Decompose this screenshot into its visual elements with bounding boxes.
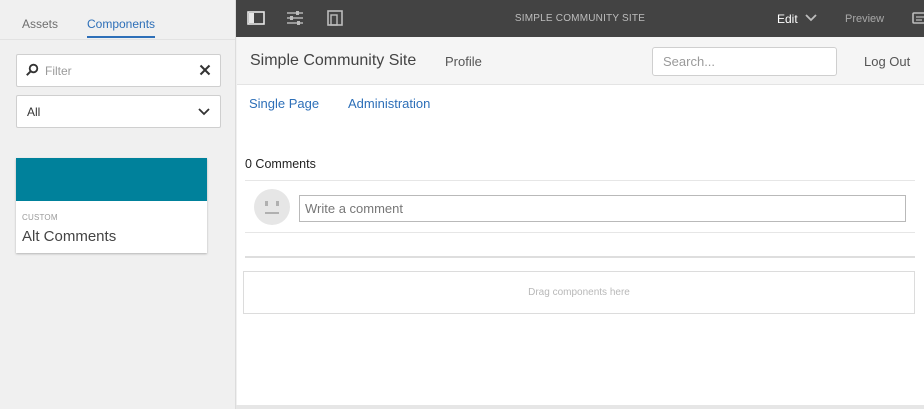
mode-selector-edit[interactable]: Edit [777,12,798,26]
component-name: Alt Comments [22,228,117,245]
site-header: Simple Community Site Profile Log Out [237,37,924,85]
canvas-bottom-edge [236,405,924,409]
chevron-down-icon[interactable] [805,13,817,23]
divider [245,232,915,233]
profile-link[interactable]: Profile [445,54,482,69]
divider [245,256,915,258]
side-panel-tabs: Assets Components [0,0,235,40]
comments-count: 0 Comments [245,157,316,171]
site-search-input[interactable] [652,47,837,76]
component-color-swatch [16,158,207,201]
component-group-select[interactable]: All [16,95,221,128]
logout-link[interactable]: Log Out [864,54,910,69]
dropzone-label: Drag components here [528,287,630,298]
component-group-label: CUSTOM [22,213,58,222]
annotations-icon[interactable] [912,11,924,29]
component-dropzone[interactable]: Drag components here [243,271,915,314]
filter-field [16,54,221,87]
page-canvas: Simple Community Site Profile Log Out Si… [237,37,924,405]
site-name[interactable]: Simple Community Site [250,52,416,70]
tab-components[interactable]: Components [87,17,156,38]
clear-icon[interactable] [198,63,212,77]
tab-assets[interactable]: Assets [22,17,58,31]
comment-input[interactable] [299,195,906,222]
nav-link-single-page[interactable]: Single Page [249,96,319,111]
select-value: All [27,105,41,119]
avatar [254,189,290,225]
component-card-alt-comments[interactable]: CUSTOM Alt Comments [16,158,207,253]
page-title: SIMPLE COMMUNITY SITE [514,13,646,24]
side-panel: Assets Components All CUSTOM Alt Comment… [0,0,236,409]
filter-input[interactable] [45,61,195,81]
preview-button[interactable]: Preview [845,13,884,25]
divider [245,180,915,181]
editor-toolbar: SIMPLE COMMUNITY SITE Edit Preview [236,0,924,37]
search-icon [26,63,39,76]
chevron-down-icon [198,108,210,116]
nav-link-administration[interactable]: Administration [348,96,430,111]
